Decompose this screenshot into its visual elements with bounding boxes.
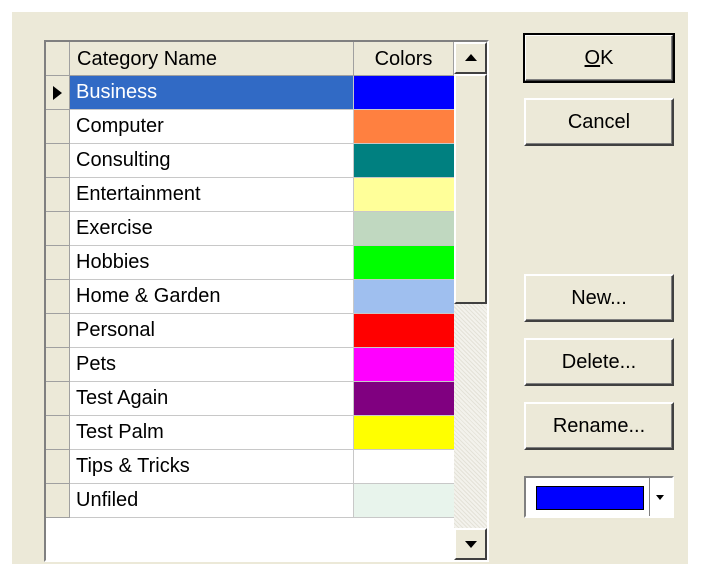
scrollbar-thumb[interactable] <box>454 74 487 304</box>
category-grid[interactable]: Category Name Colors Business Computer Con… <box>44 40 489 562</box>
category-name-cell[interactable]: Tips & Tricks <box>70 450 354 484</box>
row-selector[interactable] <box>46 110 70 144</box>
category-color-cell[interactable] <box>354 450 454 484</box>
category-name-cell[interactable]: Test Again <box>70 382 354 416</box>
category-color-cell[interactable] <box>354 280 454 314</box>
category-color-cell[interactable] <box>354 178 454 212</box>
grid-viewport: Category Name Colors Business Computer Con… <box>46 42 454 560</box>
category-name-cell[interactable]: Home & Garden <box>70 280 354 314</box>
header-corner <box>46 42 70 76</box>
delete-button[interactable]: Delete... <box>524 338 674 386</box>
row-selector[interactable] <box>46 246 70 280</box>
category-color-cell[interactable] <box>354 314 454 348</box>
row-selector[interactable] <box>46 280 70 314</box>
category-name-cell[interactable]: Test Palm <box>70 416 354 450</box>
table-row[interactable]: Business <box>46 76 454 110</box>
table-row[interactable]: Tips & Tricks <box>46 450 454 484</box>
header-colors[interactable]: Colors <box>354 42 454 76</box>
table-row[interactable]: Home & Garden <box>46 280 454 314</box>
table-row[interactable]: Test Again <box>46 382 454 416</box>
ok-button[interactable]: OK <box>523 33 675 83</box>
table-row[interactable]: Consulting <box>46 144 454 178</box>
row-selector[interactable] <box>46 212 70 246</box>
category-name-cell[interactable]: Consulting <box>70 144 354 178</box>
table-row[interactable]: Computer <box>46 110 454 144</box>
table-row[interactable]: Test Palm <box>46 416 454 450</box>
rename-button[interactable]: Rename... <box>524 402 674 450</box>
table-row[interactable]: Exercise <box>46 212 454 246</box>
selected-color-swatch <box>536 486 644 510</box>
category-color-cell[interactable] <box>354 246 454 280</box>
current-row-arrow-icon <box>53 86 62 100</box>
row-selector[interactable] <box>46 416 70 450</box>
category-name-cell[interactable]: Computer <box>70 110 354 144</box>
category-color-cell[interactable] <box>354 416 454 450</box>
category-color-cell[interactable] <box>354 212 454 246</box>
vertical-scrollbar[interactable] <box>454 42 487 560</box>
header-category-name[interactable]: Category Name <box>70 42 354 76</box>
grid-header: Category Name Colors <box>46 42 454 76</box>
table-row[interactable]: Hobbies <box>46 246 454 280</box>
category-name-cell[interactable]: Hobbies <box>70 246 354 280</box>
row-selector[interactable] <box>46 348 70 382</box>
table-row[interactable]: Pets <box>46 348 454 382</box>
category-name-cell[interactable]: Unfiled <box>70 484 354 518</box>
category-name-cell[interactable]: Entertainment <box>70 178 354 212</box>
color-picker-dropdown[interactable] <box>524 476 674 518</box>
scroll-down-button[interactable] <box>454 528 487 560</box>
category-name-cell[interactable]: Exercise <box>70 212 354 246</box>
category-name-cell[interactable]: Business <box>70 76 354 110</box>
category-color-cell[interactable] <box>354 348 454 382</box>
category-name-cell[interactable]: Personal <box>70 314 354 348</box>
ok-mnemonic: O <box>584 47 601 69</box>
category-color-cell[interactable] <box>354 484 454 518</box>
category-color-cell[interactable] <box>354 110 454 144</box>
row-selector[interactable] <box>46 178 70 212</box>
table-row[interactable]: Personal <box>46 314 454 348</box>
category-color-cell[interactable] <box>354 382 454 416</box>
row-selector[interactable] <box>46 382 70 416</box>
ok-label: K <box>600 47 614 69</box>
new-button[interactable]: New... <box>524 274 674 322</box>
cancel-button[interactable]: Cancel <box>524 98 674 146</box>
chevron-down-icon <box>656 495 664 500</box>
arrow-down-icon <box>465 541 477 548</box>
row-selector[interactable] <box>46 144 70 178</box>
dropdown-button[interactable] <box>649 478 672 516</box>
table-row[interactable]: Unfiled <box>46 484 454 518</box>
row-selector[interactable] <box>46 76 70 110</box>
category-color-cell[interactable] <box>354 144 454 178</box>
row-selector[interactable] <box>46 450 70 484</box>
table-row[interactable]: Entertainment <box>46 178 454 212</box>
category-colors-dialog: Category Name Colors Business Computer Con… <box>12 12 688 564</box>
row-selector[interactable] <box>46 314 70 348</box>
scroll-up-button[interactable] <box>454 42 487 74</box>
arrow-up-icon <box>465 54 477 61</box>
row-selector[interactable] <box>46 484 70 518</box>
category-name-cell[interactable]: Pets <box>70 348 354 382</box>
category-color-cell[interactable] <box>354 76 454 110</box>
